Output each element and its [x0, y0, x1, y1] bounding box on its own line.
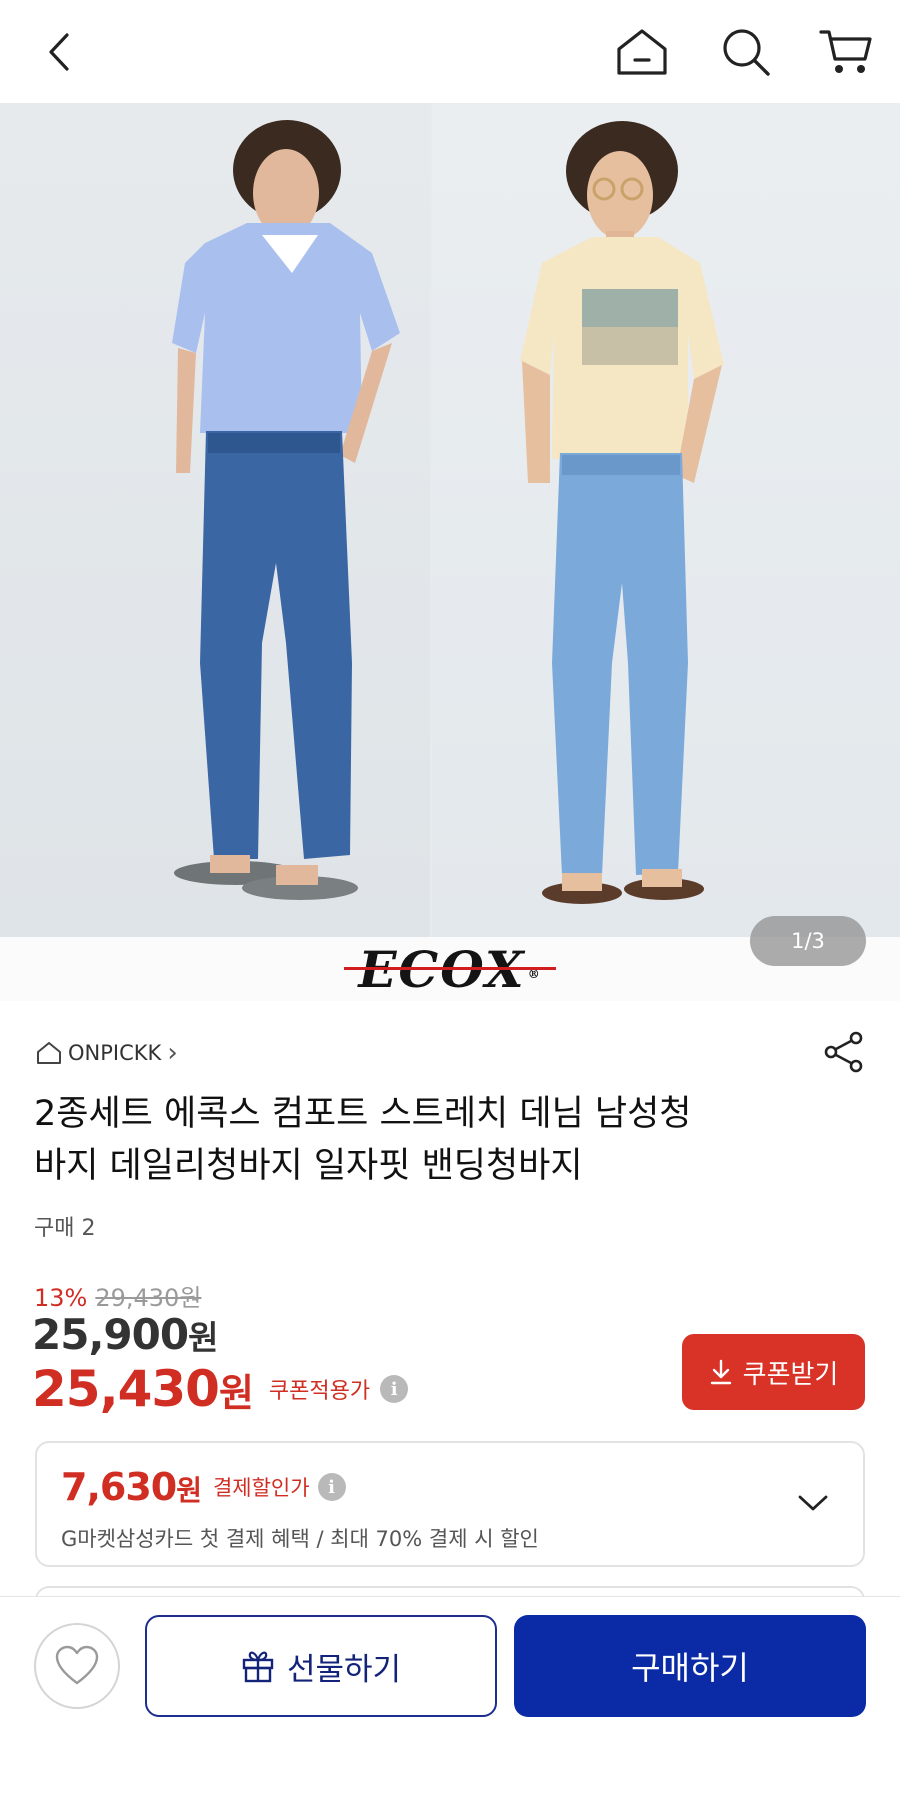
home-icon[interactable] — [612, 22, 672, 82]
card-discount-value: 7,630 — [61, 1465, 177, 1509]
card-discount-unit: 원 — [176, 1474, 202, 1507]
coupon-price: 25,430원 — [32, 1360, 254, 1418]
wishlist-heart-button[interactable] — [34, 1623, 120, 1709]
back-arrow-icon[interactable] — [30, 22, 90, 82]
product-photo-right-model — [432, 103, 900, 937]
product-title-line-1: 2종세트 에콕스 컴포트 스트레치 데님 남성청 — [34, 1094, 692, 1134]
get-coupon-button[interactable]: 쿠폰받기 — [682, 1334, 865, 1410]
coupon-price-unit: 원 — [218, 1371, 254, 1415]
top-navigation-bar — [0, 0, 900, 103]
coupon-price-label: 쿠폰적용가 — [268, 1379, 371, 1404]
cart-icon[interactable] — [816, 22, 876, 82]
buy-button-label: 구매하기 — [631, 1649, 749, 1687]
original-price: 29,430원 — [95, 1284, 202, 1312]
search-icon[interactable] — [716, 22, 776, 82]
brand-logo-strike — [344, 966, 556, 970]
product-title: 2종세트 에콕스 컴포트 스트레치 데님 남성청 바지 데일리청바지 일자핏 밴… — [34, 1088, 814, 1192]
download-icon — [710, 1359, 731, 1385]
sale-price-unit: 원 — [188, 1318, 218, 1357]
gift-button-label: 선물하기 — [286, 1651, 402, 1688]
chevron-right-icon: › — [167, 1038, 178, 1068]
discount-rate: 13% — [34, 1284, 88, 1312]
buy-button[interactable]: 구매하기 — [514, 1615, 866, 1717]
product-image-gallery[interactable]: ECOX ® 1/3 — [0, 103, 900, 1001]
bottom-action-bar: 선물하기 구매하기 — [0, 1596, 900, 1808]
brand-logo: ECOX ® — [344, 940, 556, 999]
heart-icon — [55, 1645, 99, 1685]
coupon-price-value: 25,430 — [32, 1360, 220, 1418]
product-photo-left-model — [0, 103, 430, 937]
card-discount-line: 7,630원 결제할인가 i — [61, 1465, 346, 1509]
get-coupon-label: 쿠폰받기 — [742, 1359, 839, 1390]
image-pager-indicator: 1/3 — [750, 916, 866, 966]
card-discount-price: 7,630원 — [61, 1465, 202, 1509]
gift-icon — [242, 1651, 274, 1683]
purchase-count: 구매 2 — [34, 1216, 96, 1241]
info-icon[interactable]: i — [380, 1375, 409, 1403]
card-discount-description: G마켓삼성카드 첫 결제 혜택 / 최대 70% 결제 시 할인 — [61, 1527, 539, 1551]
seller-link[interactable]: ONPICKK › — [36, 1038, 178, 1068]
card-discount-box[interactable]: 7,630원 결제할인가 i G마켓삼성카드 첫 결제 혜택 / 최대 70% … — [35, 1441, 865, 1567]
chevron-down-icon[interactable] — [793, 1483, 833, 1523]
product-title-line-2: 바지 데일리청바지 일자핏 밴딩청바지 — [34, 1146, 583, 1186]
store-home-icon — [37, 1042, 61, 1064]
sale-price-value: 25,900 — [32, 1310, 189, 1359]
discount-row: 13% 29,430원 — [34, 1278, 201, 1313]
coupon-price-row: 25,430원 쿠폰적용가 i — [32, 1360, 409, 1418]
card-discount-label: 결제할인가 — [212, 1476, 310, 1500]
info-icon[interactable]: i — [317, 1473, 346, 1501]
gift-button[interactable]: 선물하기 — [145, 1615, 497, 1717]
sale-price: 25,900원 — [32, 1310, 218, 1359]
seller-name: ONPICKK — [68, 1041, 162, 1065]
share-icon[interactable] — [822, 1030, 866, 1074]
